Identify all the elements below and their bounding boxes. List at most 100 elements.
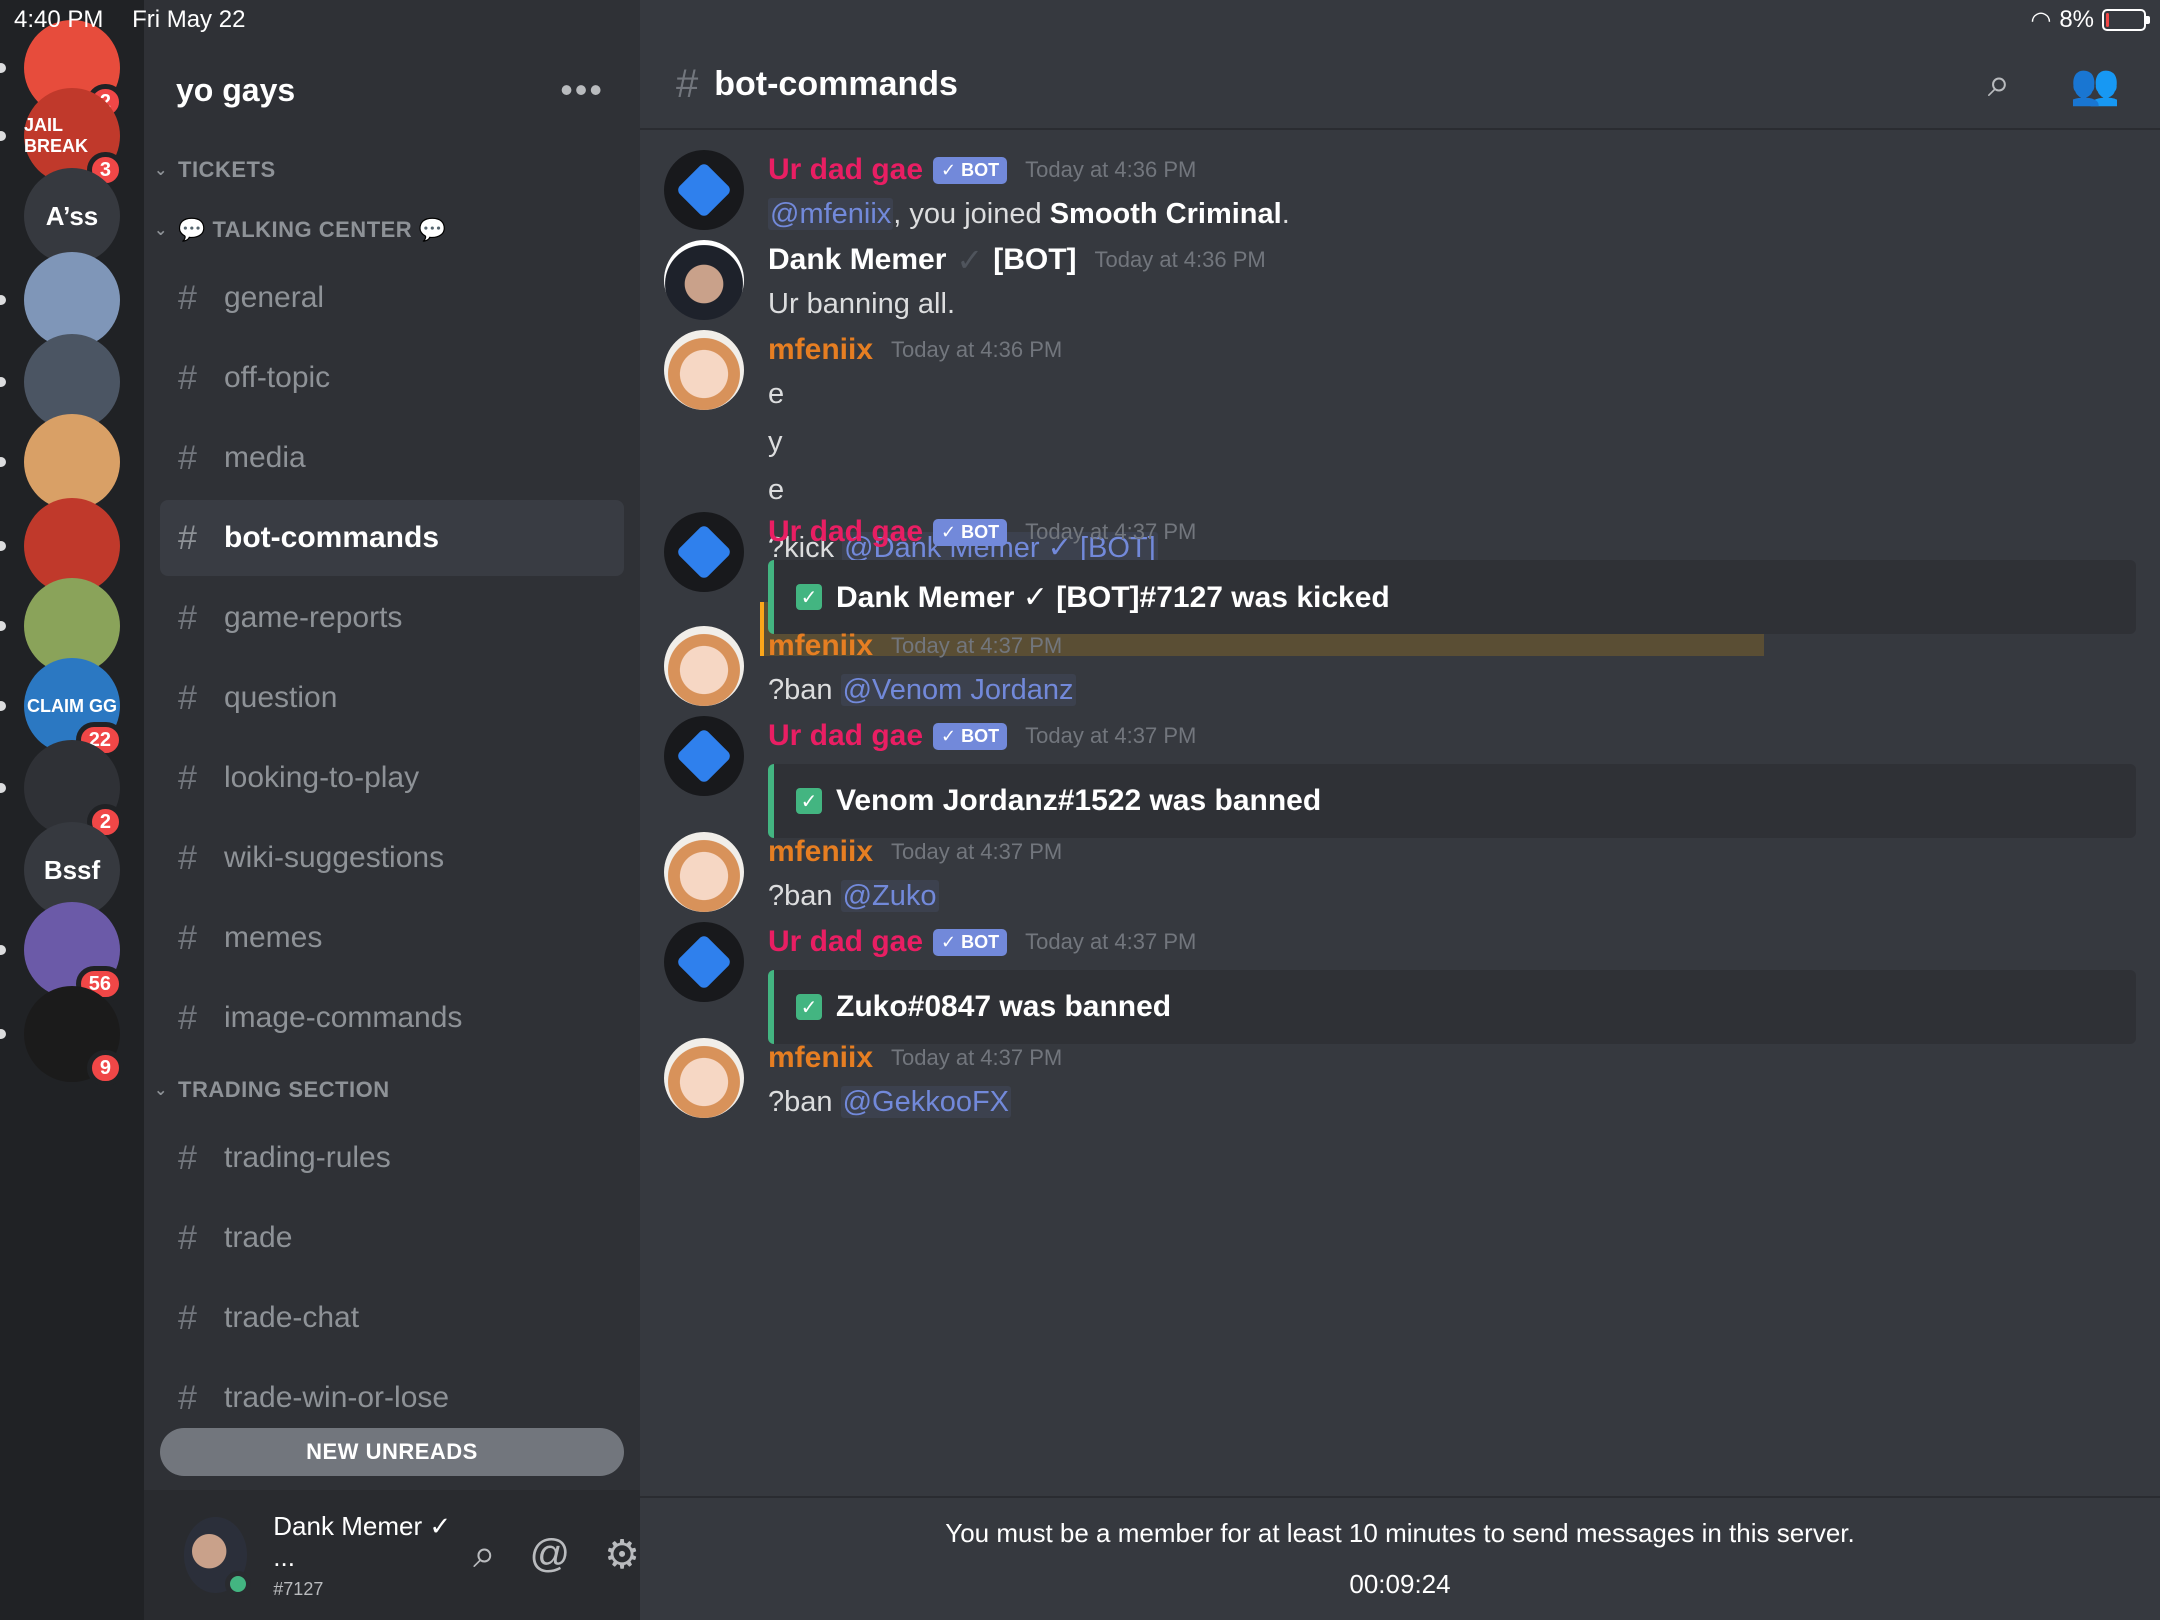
channel-memes[interactable]: # memes (160, 900, 624, 976)
user-mention[interactable]: @Venom Jordanz (840, 674, 1076, 706)
message-text: ?ban @Venom Jordanz (768, 666, 2134, 714)
timestamp: Today at 4:36 PM (1025, 157, 1197, 182)
unread-indicator (0, 63, 6, 73)
channel-general[interactable]: # general (160, 260, 624, 336)
server-icon[interactable] (24, 414, 120, 510)
more-options-icon[interactable]: ••• (560, 69, 604, 111)
message-body: mfeniix Today at 4:37 PM ?ban @Zuko (768, 832, 2134, 920)
category-trading-section[interactable]: ⌄ TRADING SECTION (144, 1060, 640, 1120)
user-avatar[interactable] (664, 832, 744, 912)
author-name[interactable]: mfeniix (768, 1041, 873, 1075)
channel-name: general (224, 281, 325, 314)
user-mention[interactable]: @GekkooFX (840, 1086, 1012, 1118)
guild-name: yo gays (176, 71, 296, 108)
message-body: Ur dad gae ✓ BOT Today at 4:37 PM ✓ Dank Mem… (768, 512, 2136, 634)
search-members-icon[interactable]: ⌕ (473, 1532, 495, 1578)
channel-trade-win-or-lose[interactable]: # trade-win-or-lose (160, 1360, 624, 1436)
category-tickets[interactable]: ⌄ TICKETS (144, 140, 640, 200)
message-body: mfeniix Today at 4:37 PM ?ban @GekkooFX (768, 1038, 2134, 1126)
channel-trade-chat[interactable]: # trade-chat (160, 1280, 624, 1356)
channel-looking-to-play[interactable]: # looking-to-play (160, 740, 624, 816)
channel-image-commands[interactable]: # image-commands (160, 980, 624, 1056)
hash-icon: # (178, 918, 197, 957)
message: Ur dad gae ✓ BOT Today at 4:37 PM ✓ Zuko#084… (664, 922, 2136, 1044)
unread-badge: 9 (86, 1050, 124, 1086)
author-name[interactable]: Dank Memer (768, 243, 946, 277)
channel-off-topic[interactable]: # off-topic (160, 340, 624, 416)
message-meta: Ur dad gae ✓ BOT Today at 4:37 PM (768, 716, 2134, 756)
author-name[interactable]: mfeniix (768, 835, 873, 869)
user-avatar[interactable] (664, 240, 744, 320)
user-name: Dank Memer ✓ ... (273, 1510, 452, 1572)
channel-name: wiki-suggestions (224, 841, 445, 874)
channel-name: looking-to-play (224, 761, 420, 794)
server-icon[interactable]: A’ss (24, 168, 120, 264)
user-mention[interactable]: @Zuko (840, 880, 939, 912)
bot-avatar[interactable] (664, 150, 744, 230)
server-icon[interactable]: 9 (24, 986, 124, 1086)
new-unreads-button[interactable]: NEW UNREADS (160, 1428, 624, 1476)
author-name[interactable]: Ur dad gae (768, 153, 923, 187)
channel-name: question (224, 681, 338, 714)
members-icon[interactable]: 👥 (2070, 61, 2120, 108)
author-name[interactable]: Ur dad gae (768, 515, 923, 549)
embed-text: Venom Jordanz#1522 was banned (836, 784, 1322, 817)
channel-wiki-suggestions[interactable]: # wiki-suggestions (160, 820, 624, 896)
user-avatar[interactable] (664, 626, 744, 706)
battery-level (2106, 13, 2109, 27)
user-avatar[interactable] (184, 1517, 252, 1597)
bot-logo-icon (675, 727, 733, 785)
channel-trading-rules[interactable]: # trading-rules (160, 1120, 624, 1196)
message: mfeniix Today at 4:37 PM ?ban @Venom Jorda… (664, 626, 2134, 714)
bot-badge: ✓ BOT (933, 722, 1008, 750)
channel-media[interactable]: # media (160, 420, 624, 496)
user-mention[interactable]: @mfeniix (768, 198, 894, 230)
channel-question[interactable]: # question (160, 660, 624, 736)
user-avatar[interactable] (664, 1038, 744, 1118)
check-icon: ✓ (796, 584, 822, 610)
unread-indicator (0, 377, 6, 387)
wifi-icon: ◠ (2030, 6, 2052, 34)
bot-badge: ✓ BOT (933, 928, 1008, 956)
search-icon[interactable]: ⌕ (1988, 61, 2010, 108)
user-avatar[interactable] (664, 330, 744, 410)
channel-name: trading-rules (224, 1141, 391, 1174)
hash-icon: # (178, 758, 197, 797)
message-body: mfeniix Today at 4:37 PM ?ban @Venom Jorda… (768, 626, 2134, 714)
command-text: ?ban (768, 1086, 841, 1118)
bot-avatar[interactable] (664, 512, 744, 592)
bot-suffix: [BOT] (993, 243, 1077, 276)
message-body: Ur dad gae ✓ BOT Today at 4:36 PM @mfeniix,… (768, 150, 2134, 238)
message-body: Ur dad gae ✓ BOT Today at 4:37 PM ✓ Venom Jo… (768, 716, 2136, 838)
bot-avatar[interactable] (664, 922, 744, 1002)
embed-text: Dank Memer ✓ [BOT]#7127 was kicked (836, 580, 1390, 614)
timestamp: Today at 4:36 PM (891, 337, 1063, 362)
gear-icon[interactable]: ⚙ (604, 1532, 640, 1578)
channel-game-reports[interactable]: # game-reports (160, 580, 624, 656)
check-icon: ✓ (796, 788, 822, 814)
bot-avatar[interactable] (664, 716, 744, 796)
message: mfeniix Today at 4:37 PM ?ban @GekkooFX (664, 1038, 2134, 1126)
message: mfeniix Today at 4:37 PM ?ban @Zuko (664, 832, 2134, 920)
bold-text: Smooth Criminal (1049, 198, 1282, 230)
channel-bot-commands[interactable]: # bot-commands (160, 500, 624, 576)
server-label: CLAIM GG (27, 695, 117, 716)
message-line: e (768, 474, 785, 506)
message: Ur dad gae ✓ BOT Today at 4:36 PM @mfeniix,… (664, 150, 2134, 238)
timestamp: Today at 4:37 PM (1025, 519, 1197, 544)
bot-logo-icon (675, 933, 733, 991)
author-name[interactable]: Ur dad gae (768, 925, 923, 959)
unread-indicator (0, 295, 6, 305)
mentions-icon[interactable]: @ (530, 1532, 571, 1578)
server-icon[interactable]: 56 (24, 902, 124, 1002)
message-list[interactable]: Ur dad gae ✓ BOT Today at 4:36 PM @mfeniix,… (640, 132, 2160, 1496)
author-name[interactable]: mfeniix (768, 629, 873, 663)
category-talking-center[interactable]: ⌄ 💬 TALKING CENTER 💬 (144, 200, 640, 260)
author-name[interactable]: Ur dad gae (768, 719, 923, 753)
hash-icon: # (178, 838, 197, 877)
author-name[interactable]: mfeniix (768, 333, 873, 367)
channel-name: trade-chat (224, 1301, 360, 1334)
server-label: JAIL BREAK (24, 115, 89, 156)
channel-name: game-reports (224, 601, 403, 634)
channel-trade[interactable]: # trade (160, 1200, 624, 1276)
